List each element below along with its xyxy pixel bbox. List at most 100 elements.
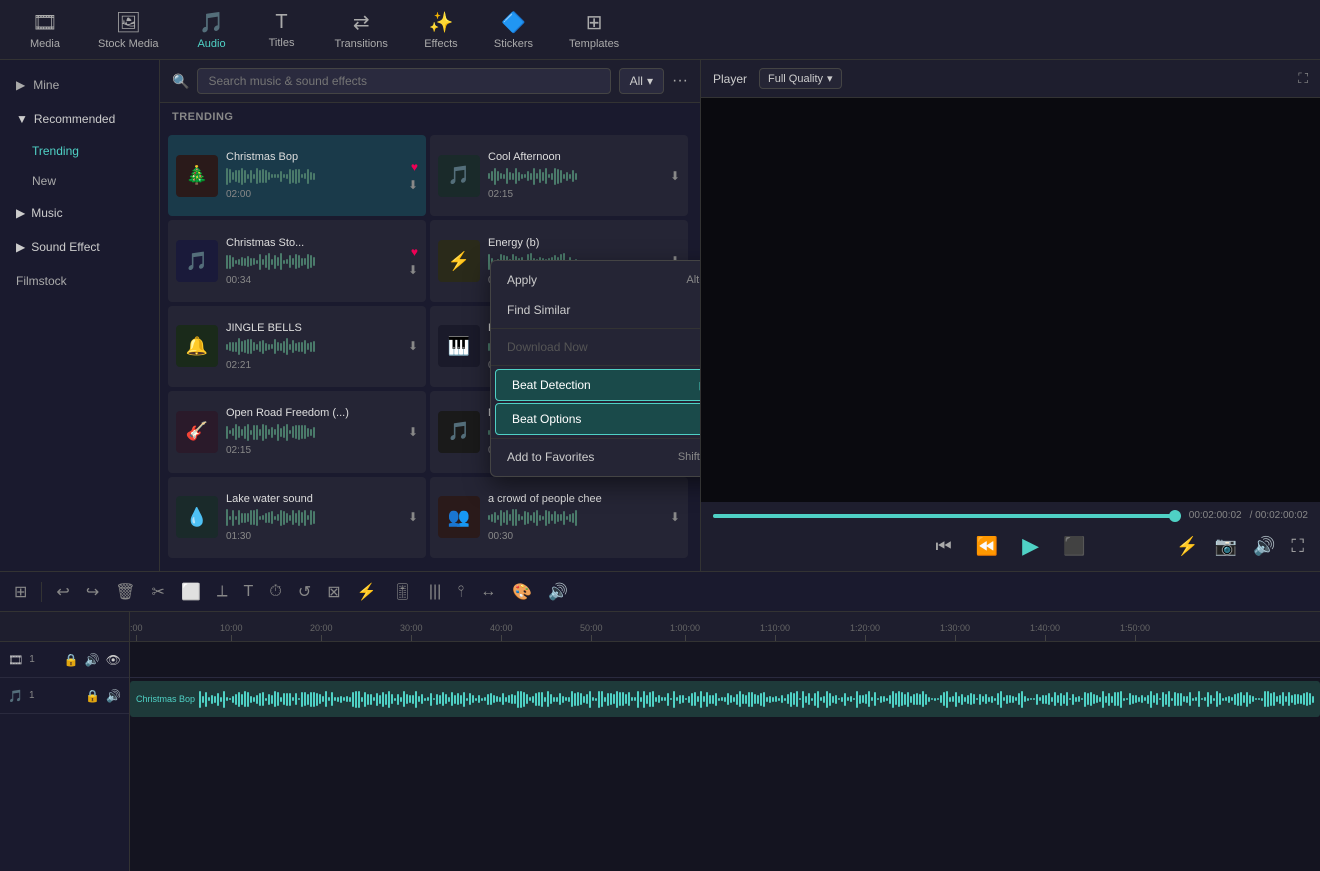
context-download-now[interactable]: Download Now bbox=[491, 332, 700, 362]
heart-icon[interactable]: ♥ bbox=[411, 160, 418, 174]
tl-redo-button[interactable]: ↪ bbox=[80, 578, 105, 606]
track-actions: ⬇ bbox=[408, 339, 418, 353]
speaker-a1-icon[interactable]: 🔊 bbox=[106, 689, 121, 703]
tl-reverse-button[interactable]: ↺ bbox=[292, 578, 317, 606]
tl-cut-button[interactable]: ✂ bbox=[146, 578, 171, 606]
download-now-label: Download Now bbox=[507, 340, 588, 354]
tl-scenes-button[interactable]: ⊞ bbox=[8, 578, 33, 606]
track-actions: ♥ ⬇ bbox=[408, 245, 418, 277]
tl-speed-button[interactable]: ⚡ bbox=[351, 578, 383, 606]
track-actions: ⬇ bbox=[670, 510, 680, 524]
track-waveform bbox=[488, 166, 662, 186]
heart-icon[interactable]: ♥ bbox=[411, 245, 418, 259]
tl-crop-button[interactable]: ⬜ bbox=[175, 578, 207, 606]
track-item[interactable]: 🔔 JINGLE BELLS 02:21 ⬇ bbox=[168, 306, 426, 387]
sidebar-section-recommended[interactable]: ▼ Recommended bbox=[0, 102, 159, 136]
context-add-favorites[interactable]: Add to Favorites Shift+F bbox=[491, 442, 700, 472]
sidebar-item-trending[interactable]: Trending bbox=[0, 136, 159, 166]
download-icon[interactable]: ⬇ bbox=[408, 178, 418, 192]
tl-audio-button[interactable]: 🔊 bbox=[542, 578, 574, 606]
download-icon[interactable]: ⬇ bbox=[670, 510, 680, 524]
context-apply[interactable]: Apply Alt+A bbox=[491, 265, 700, 295]
mine-arrow: ▶ bbox=[16, 78, 25, 92]
quality-select[interactable]: Full Quality ▾ bbox=[759, 68, 842, 89]
find-similar-label: Find Similar bbox=[507, 303, 570, 317]
volume-button[interactable]: 🔊 bbox=[1249, 532, 1279, 561]
tl-beats-button[interactable]: ||| bbox=[423, 579, 447, 605]
download-icon[interactable]: ⬇ bbox=[408, 510, 418, 524]
player-expand-icon[interactable]: ⛶ bbox=[1298, 70, 1308, 87]
beat-detection-label: Beat Detection bbox=[512, 378, 591, 392]
track-item[interactable]: 🎸 Open Road Freedom (...) 02:15 ⬇ bbox=[168, 391, 426, 472]
track-item[interactable]: 👥 a crowd of people chee 00:30 ⬇ bbox=[430, 477, 688, 558]
track-thumb: 🎵 bbox=[438, 155, 480, 197]
lock-a1-icon[interactable]: 🔒 bbox=[85, 689, 100, 703]
tl-color-button[interactable]: 🎨 bbox=[506, 578, 538, 606]
download-icon[interactable]: ⬇ bbox=[408, 263, 418, 277]
tl-trim-button[interactable]: ⟂ bbox=[211, 579, 234, 605]
split-button[interactable]: ⚡ bbox=[1172, 532, 1202, 561]
tl-text-button[interactable]: T bbox=[238, 579, 260, 605]
quality-chevron: ▾ bbox=[827, 72, 833, 85]
tl-divider-1 bbox=[41, 582, 42, 602]
eye-icon[interactable]: 👁 bbox=[106, 653, 121, 667]
tl-transform-button[interactable]: ⊠ bbox=[321, 578, 346, 606]
track-thumb: ⚡ bbox=[438, 240, 480, 282]
track-item[interactable]: 💧 Lake water sound 01:30 ⬇ bbox=[168, 477, 426, 558]
search-filter-dropdown[interactable]: All ▾ bbox=[619, 68, 664, 94]
search-input[interactable] bbox=[197, 68, 610, 94]
track-waveform bbox=[488, 508, 662, 528]
frame-back-button[interactable]: ⏪ bbox=[972, 532, 1002, 561]
track-item[interactable]: 🎵 Christmas Sto... 00:34 ♥ ⬇ bbox=[168, 220, 426, 301]
download-icon[interactable]: ⬇ bbox=[408, 425, 418, 439]
toolbar-stock[interactable]: 🖼 Stock Media bbox=[80, 3, 177, 57]
tl-track-controls-a1: 🎵 1 🔒 🔊 bbox=[0, 678, 129, 714]
toolbar-transitions[interactable]: ⇄ Transitions bbox=[317, 3, 406, 57]
track-info: Cool Afternoon 02:15 bbox=[488, 151, 662, 200]
skip-back-button[interactable]: ⏮ bbox=[932, 532, 956, 561]
tl-time-button[interactable]: ⏱ bbox=[263, 579, 287, 605]
tl-motion-button[interactable]: ↔ bbox=[474, 579, 502, 605]
toolbar-titles[interactable]: T Titles bbox=[247, 3, 317, 57]
progress-bar[interactable] bbox=[713, 514, 1181, 518]
toolbar-templates[interactable]: ⊞ Templates bbox=[551, 3, 637, 57]
media-icon: 🎞 bbox=[32, 10, 57, 35]
sidebar-item-new[interactable]: New bbox=[0, 166, 159, 196]
sidebar-section-music[interactable]: ▶ Music bbox=[0, 196, 159, 230]
track-v1-icon: 🎞 bbox=[8, 653, 23, 667]
track-time: 02:15 bbox=[488, 189, 662, 200]
sidebar-item-mine[interactable]: ▶ Mine bbox=[0, 68, 159, 102]
progress-bar-container: 00:02:00:02 / 00:02:00:02 bbox=[713, 510, 1308, 521]
sidebar-soundeffect-label: Sound Effect bbox=[31, 240, 100, 254]
speaker-icon[interactable]: 🔊 bbox=[85, 653, 100, 667]
download-icon[interactable]: ⬇ bbox=[670, 169, 680, 183]
tl-stabilize-button[interactable]: ⫯ bbox=[451, 579, 470, 605]
tl-delete-button[interactable]: 🗑 bbox=[109, 578, 141, 606]
track-actions: ♥ ⬇ bbox=[408, 160, 418, 192]
context-menu: Apply Alt+A Find Similar Download Now Be… bbox=[490, 260, 700, 477]
track-thumb: 🎸 bbox=[176, 411, 218, 453]
sidebar-item-filmstock[interactable]: Filmstock bbox=[0, 264, 159, 298]
toolbar-stickers[interactable]: 🔷 Stickers bbox=[476, 3, 551, 57]
play-button[interactable]: ▶ bbox=[1018, 529, 1043, 563]
snapshot-button[interactable]: 📷 bbox=[1211, 532, 1241, 561]
context-beat-detection[interactable]: Beat Detection ▶ bbox=[495, 369, 700, 401]
toolbar-audio[interactable]: 🎵 Audio bbox=[177, 3, 247, 57]
track-item[interactable]: 🎄 Christmas Bop 02:00 ♥ ⬇ bbox=[168, 135, 426, 216]
toolbar-effects[interactable]: ✨ Effects bbox=[406, 3, 476, 57]
lock-icon[interactable]: 🔒 bbox=[64, 653, 79, 667]
sidebar-section-soundeffect[interactable]: ▶ Sound Effect bbox=[0, 230, 159, 264]
tl-audio-adjust[interactable]: 🎚 bbox=[387, 578, 419, 606]
toolbar-media[interactable]: 🎞 Media bbox=[10, 3, 80, 57]
audio-track-clip[interactable]: Christmas Bop bbox=[130, 681, 1320, 717]
fullscreen-button[interactable]: ⛶ bbox=[1287, 532, 1308, 561]
download-icon[interactable]: ⬇ bbox=[408, 339, 418, 353]
stop-button[interactable]: ⬛ bbox=[1059, 532, 1089, 561]
more-options-button[interactable]: ··· bbox=[672, 72, 688, 90]
tl-undo-button[interactable]: ↩ bbox=[50, 578, 75, 606]
track-time: 02:21 bbox=[226, 360, 400, 371]
progress-fill bbox=[713, 514, 1181, 518]
context-find-similar[interactable]: Find Similar bbox=[491, 295, 700, 325]
context-beat-options[interactable]: Beat Options bbox=[495, 403, 700, 435]
track-item[interactable]: 🎵 Cool Afternoon 02:15 ⬇ bbox=[430, 135, 688, 216]
